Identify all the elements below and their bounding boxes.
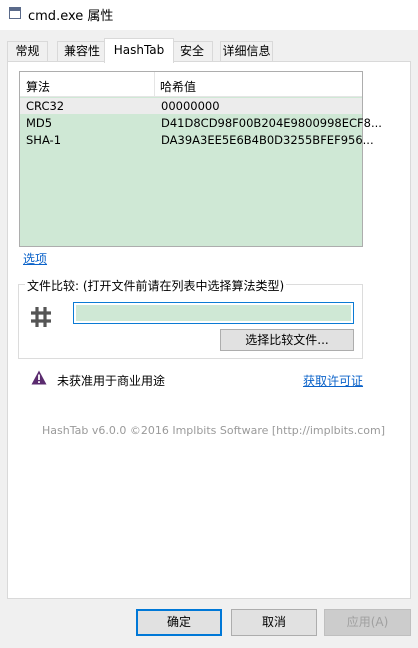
- hash-icon: [31, 307, 51, 327]
- table-row[interactable]: MD5 D41D8CD98F00B204E9800998ECF8...: [20, 115, 382, 131]
- hash-list-header: 算法 哈希值: [20, 72, 362, 97]
- row-algorithm: SHA-1: [26, 133, 62, 147]
- hash-list[interactable]: 算法 哈希值 CRC32 00000000 MD5 D41D8CD98F00B2…: [19, 71, 382, 247]
- options-link[interactable]: 选项: [23, 250, 47, 267]
- cancel-button[interactable]: 取消: [231, 609, 317, 636]
- title-bar: cmd.exe 属性: [0, 0, 418, 30]
- column-header-algorithm[interactable]: 算法: [26, 78, 50, 95]
- version-footer: HashTab v6.0.0 ©2016 Implbits Software […: [42, 424, 386, 437]
- commercial-use-notice: 未获准用于商业用途: [57, 374, 166, 388]
- get-license-link[interactable]: 获取许可证: [303, 372, 363, 389]
- row-hash-value: D41D8CD98F00B204E9800998ECF8...: [161, 116, 382, 130]
- row-hash-value: 00000000: [161, 99, 220, 113]
- console-window-icon: [9, 7, 21, 19]
- column-header-hash[interactable]: 哈希值: [160, 78, 196, 95]
- warning-icon: [31, 370, 47, 385]
- tab-compatibility[interactable]: 兼容性: [57, 41, 107, 62]
- window-title: cmd.exe 属性: [28, 9, 114, 24]
- compare-hash-input[interactable]: [73, 302, 354, 324]
- row-algorithm: MD5: [26, 116, 53, 130]
- table-row[interactable]: CRC32 00000000: [20, 98, 362, 114]
- tab-general[interactable]: 常规: [7, 41, 48, 62]
- choose-compare-file-button[interactable]: 选择比较文件...: [220, 329, 354, 351]
- tab-hashtab[interactable]: HashTab: [104, 38, 174, 63]
- tab-details[interactable]: 详细信息: [220, 41, 273, 62]
- file-compare-label: 文件比较: (打开文件前请在列表中选择算法类型): [25, 277, 287, 294]
- tab-strip: 常规 兼容性 HashTab 安全 详细信息: [7, 38, 411, 63]
- tab-security[interactable]: 安全: [171, 41, 213, 62]
- apply-button[interactable]: 应用(A): [324, 609, 411, 636]
- ok-button[interactable]: 确定: [136, 609, 222, 636]
- column-divider[interactable]: [154, 72, 155, 96]
- row-algorithm: CRC32: [26, 99, 65, 113]
- table-row[interactable]: SHA-1 DA39A3EE5E6B4B0D3255BFEF956...: [20, 132, 374, 148]
- row-hash-value: DA39A3EE5E6B4B0D3255BFEF956...: [161, 133, 374, 147]
- compare-hash-value: [76, 305, 351, 321]
